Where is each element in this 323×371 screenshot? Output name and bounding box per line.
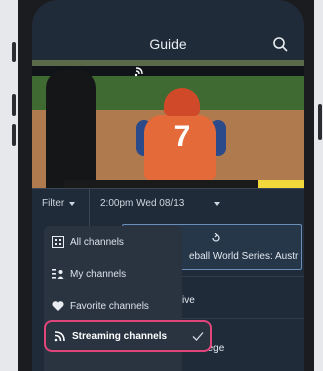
side-button <box>318 104 322 140</box>
score-bug-highlight <box>258 180 304 188</box>
menu-item-favorite-channels[interactable]: Favorite channels <box>44 292 182 322</box>
jersey-number: 7 <box>173 120 191 153</box>
menu-item-my-channels[interactable]: My channels <box>44 260 182 290</box>
chevron-down-icon <box>69 202 75 206</box>
streaming-logo-icon <box>134 67 143 77</box>
phone-frame: Guide 7 Filter 2:00pm Wed 08/13 eball Wo… <box>18 0 314 371</box>
screen: Guide 7 Filter 2:00pm Wed 08/13 eball Wo… <box>32 0 304 371</box>
filter-button[interactable]: Filter <box>42 198 64 209</box>
search-icon[interactable] <box>272 36 288 52</box>
restart-icon <box>212 233 220 242</box>
menu-item-label: All channels <box>70 237 124 248</box>
filter-bar: Filter 2:00pm Wed 08/13 <box>32 188 304 219</box>
side-button <box>12 42 16 62</box>
page-title: Guide <box>149 36 187 52</box>
time-selector[interactable]: 2:00pm Wed 08/13 <box>100 198 184 209</box>
streaming-icon <box>54 331 65 342</box>
grid-icon <box>52 236 64 248</box>
menu-item-label: Streaming channels <box>72 331 168 342</box>
side-button <box>12 94 16 116</box>
check-icon <box>192 332 204 341</box>
program-title: eball World Series: Austr <box>189 251 299 262</box>
chevron-down-icon <box>214 202 220 206</box>
score-bug <box>64 180 304 188</box>
side-button <box>12 124 16 146</box>
umpire <box>46 70 96 188</box>
app-header: Guide <box>32 28 304 60</box>
menu-item-label: My channels <box>70 269 127 280</box>
program-title: ive <box>182 295 195 306</box>
menu-item-all-channels[interactable]: All channels <box>44 228 182 258</box>
list-user-icon <box>52 269 64 279</box>
menu-item-label: Favorite channels <box>70 301 149 312</box>
video-player[interactable]: 7 <box>32 60 304 188</box>
heart-icon <box>52 301 64 311</box>
player-helmet <box>164 88 200 116</box>
menu-item-streaming-channels[interactable]: Streaming channels <box>44 320 212 352</box>
